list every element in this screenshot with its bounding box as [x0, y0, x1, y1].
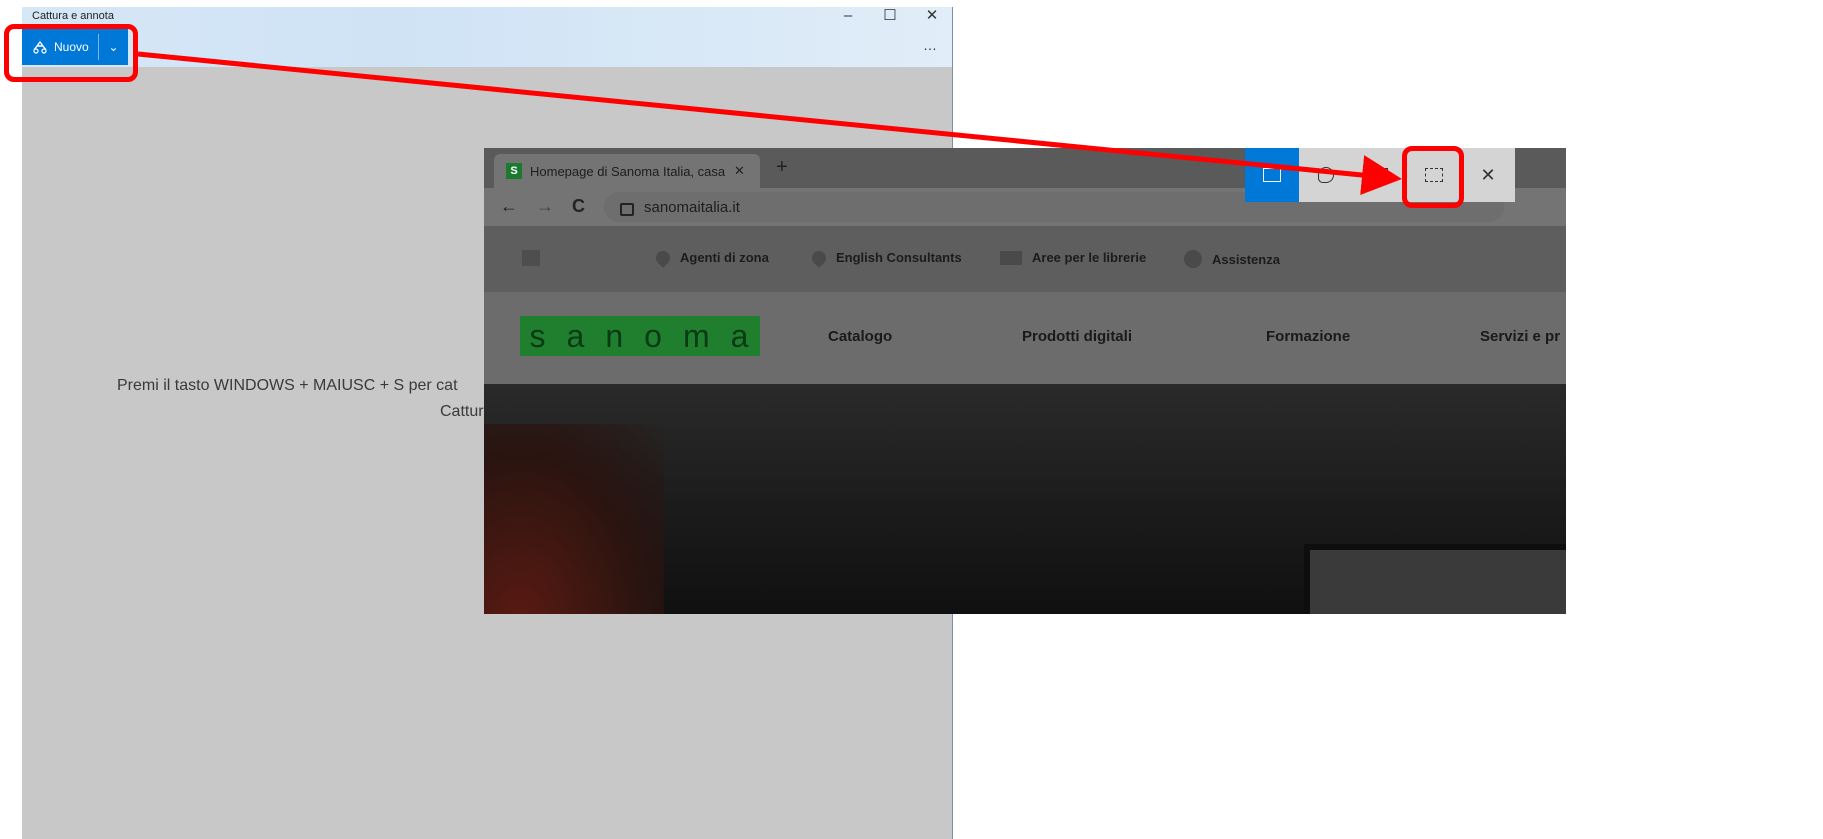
annotation-arrow	[137, 51, 1402, 195]
annotation-arrow-line	[137, 51, 1402, 195]
